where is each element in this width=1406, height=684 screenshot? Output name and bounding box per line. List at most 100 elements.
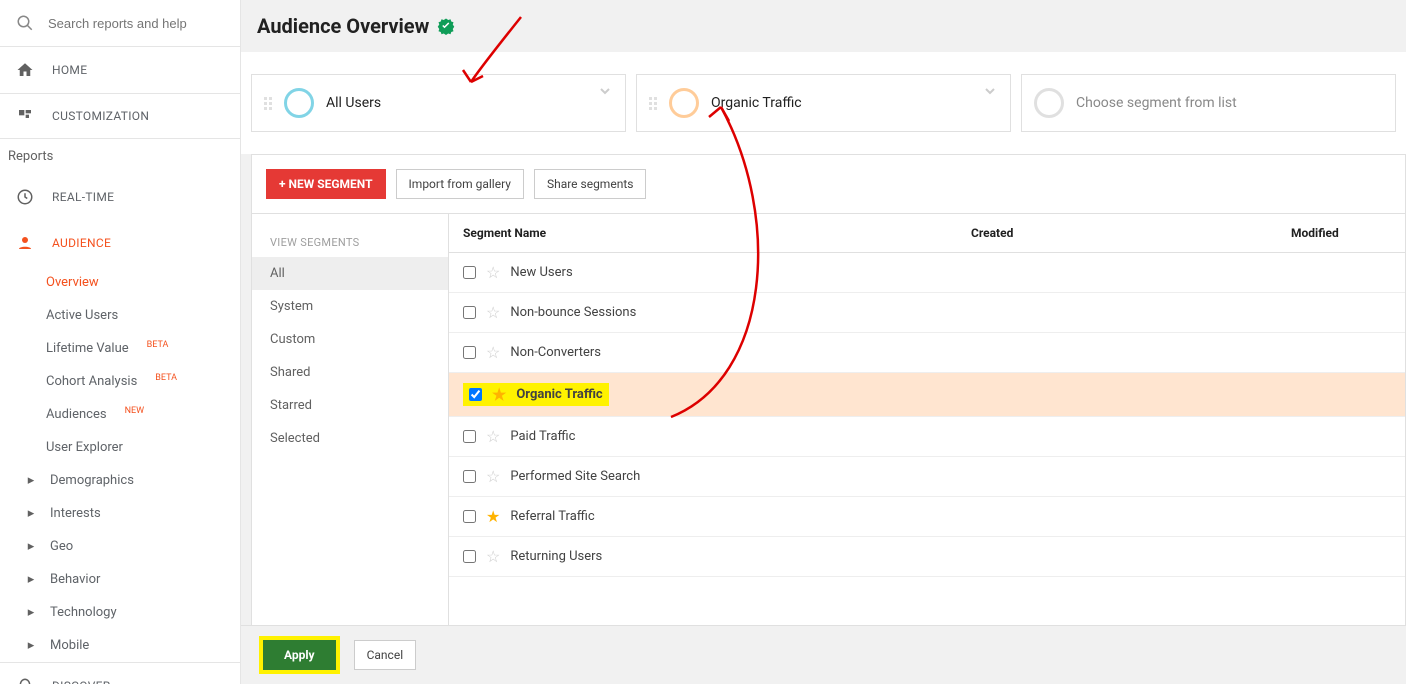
segment-name: Non-bounce Sessions — [510, 305, 636, 320]
sidebar-item-lifetime-value[interactable]: Lifetime Value BETA — [0, 332, 240, 365]
segment-checkbox[interactable] — [463, 306, 476, 319]
main: Audience Overview All Users — [241, 0, 1406, 684]
segment-row[interactable]: ☆Paid Traffic — [449, 417, 1405, 457]
home-icon — [16, 61, 34, 79]
segment-checkbox[interactable] — [463, 430, 476, 443]
filter-all[interactable]: All — [252, 257, 448, 290]
segment-name: Organic Traffic — [516, 387, 602, 402]
search-input[interactable] — [48, 16, 224, 31]
audience-sublist: OverviewActive UsersLifetime ValueBETACo… — [0, 266, 240, 662]
left-sidebar: HOME CUSTOMIZATION Reports REAL-TIME AUD… — [0, 0, 241, 684]
sidebar-item-demographics[interactable]: ▸Demographics — [0, 464, 240, 497]
badge: BETA — [155, 373, 177, 383]
person-icon — [16, 234, 34, 252]
segment-name: New Users — [510, 265, 572, 280]
sidebar-item-behavior[interactable]: ▸Behavior — [0, 563, 240, 596]
nav-discover[interactable]: DISCOVER — [0, 662, 240, 684]
segment-checkbox[interactable] — [463, 550, 476, 563]
sidebar-item-technology[interactable]: ▸Technology — [0, 596, 240, 629]
clock-icon — [16, 188, 34, 206]
sidebar-item-overview[interactable]: Overview — [0, 266, 240, 299]
col-segment-name: Segment Name — [463, 226, 971, 240]
drag-handle-icon — [264, 97, 274, 110]
sidebar-item-active-users[interactable]: Active Users — [0, 299, 240, 332]
segment-row[interactable]: ☆ Performed Site Search — [449, 457, 1405, 497]
segment-row[interactable]: ☆ Non-bounce Sessions — [449, 293, 1405, 333]
nav-audience[interactable]: AUDIENCE — [0, 220, 240, 266]
caret-right-icon: ▸ — [26, 539, 36, 554]
segment-name: Performed Site Search — [510, 469, 640, 484]
segment-name: Non-Converters — [510, 345, 601, 360]
segment-row[interactable]: ☆ Non-Converters — [449, 333, 1405, 373]
drag-handle-icon — [649, 97, 659, 110]
segment-checkbox[interactable] — [469, 388, 482, 401]
star-icon[interactable]: ☆ — [486, 303, 500, 322]
star-icon[interactable]: ★ — [492, 385, 506, 404]
segment-card-organic[interactable]: Organic Traffic — [636, 74, 1011, 132]
share-segments-button[interactable]: Share segments — [534, 169, 646, 199]
sidebar-item-interests[interactable]: ▸Interests — [0, 497, 240, 530]
nav-realtime[interactable]: REAL-TIME — [0, 174, 240, 220]
star-icon[interactable]: ☆ — [486, 467, 500, 486]
filter-shared[interactable]: Shared — [252, 356, 448, 389]
segment-checkbox[interactable] — [463, 266, 476, 279]
nav-realtime-label: REAL-TIME — [52, 190, 114, 204]
sidebar-item-geo[interactable]: ▸Geo — [0, 530, 240, 563]
page-title: Audience Overview — [257, 14, 429, 38]
nav-home[interactable]: HOME — [0, 47, 240, 94]
chevron-down-icon — [982, 83, 998, 99]
cancel-button[interactable]: Cancel — [354, 640, 417, 670]
apply-highlight: Apply — [259, 636, 340, 674]
apply-button[interactable]: Apply — [263, 640, 336, 670]
sidebar-item-label: Overview — [46, 275, 99, 290]
segment-name: Returning Users — [510, 549, 602, 564]
segment-row[interactable]: ★ Organic Traffic — [449, 373, 1405, 417]
col-modified: Modified — [1291, 226, 1391, 240]
segment-circle-icon — [284, 88, 314, 118]
filter-starred[interactable]: Starred — [252, 389, 448, 422]
caret-right-icon: ▸ — [26, 638, 36, 653]
star-icon[interactable]: ☆ — [486, 263, 500, 282]
import-gallery-button[interactable]: Import from gallery — [396, 169, 524, 199]
segment-card-all-users[interactable]: All Users — [251, 74, 626, 132]
segment-checkbox[interactable] — [463, 346, 476, 359]
filter-selected[interactable]: Selected — [252, 422, 448, 455]
sidebar-item-label: Cohort Analysis — [46, 374, 137, 389]
nav-discover-label: DISCOVER — [52, 679, 110, 684]
star-icon[interactable]: ☆ — [486, 343, 500, 362]
star-icon[interactable]: ☆ — [486, 427, 500, 446]
nav-customization[interactable]: CUSTOMIZATION — [0, 94, 240, 139]
segment-row[interactable]: ☆ Returning Users — [449, 537, 1405, 577]
caret-right-icon: ▸ — [26, 572, 36, 587]
badge: NEW — [125, 406, 145, 416]
search-icon — [16, 14, 34, 32]
sidebar-item-label: User Explorer — [46, 440, 123, 455]
footer-actions: Apply Cancel — [241, 625, 1406, 684]
new-segment-button[interactable]: + NEW SEGMENT — [266, 169, 386, 199]
segment-card-choose[interactable]: Choose segment from list — [1021, 74, 1396, 132]
badge: BETA — [147, 340, 169, 350]
chevron-down-icon — [597, 83, 613, 99]
sidebar-item-mobile[interactable]: ▸Mobile — [0, 629, 240, 662]
panel-toolbar: + NEW SEGMENT Import from gallery Share … — [252, 155, 1405, 214]
sidebar-item-user-explorer[interactable]: User Explorer — [0, 431, 240, 464]
segment-checkbox[interactable] — [463, 510, 476, 523]
star-icon[interactable]: ☆ — [486, 547, 500, 566]
segment-table: Segment Name Created Modified ☆ New Users… — [449, 214, 1405, 625]
sidebar-item-audiences[interactable]: AudiencesNEW — [0, 398, 240, 431]
reports-label: Reports — [0, 139, 240, 174]
sidebar-item-label: Active Users — [46, 308, 118, 323]
segment-label: All Users — [326, 95, 381, 111]
segment-bar: All Users Organic Traffic Choose segment… — [241, 52, 1406, 154]
filter-custom[interactable]: Custom — [252, 323, 448, 356]
sidebar-item-label: Technology — [50, 605, 117, 620]
col-created: Created — [971, 226, 1291, 240]
segment-row[interactable]: ★Referral Traffic — [449, 497, 1405, 537]
filter-system[interactable]: System — [252, 290, 448, 323]
segment-row[interactable]: ☆ New Users — [449, 253, 1405, 293]
segment-checkbox[interactable] — [463, 470, 476, 483]
star-icon[interactable]: ★ — [486, 507, 500, 526]
sidebar-item-label: Lifetime Value — [46, 341, 129, 356]
sidebar-item-cohort-analysis[interactable]: Cohort Analysis BETA — [0, 365, 240, 398]
segment-circle-icon — [1034, 88, 1064, 118]
